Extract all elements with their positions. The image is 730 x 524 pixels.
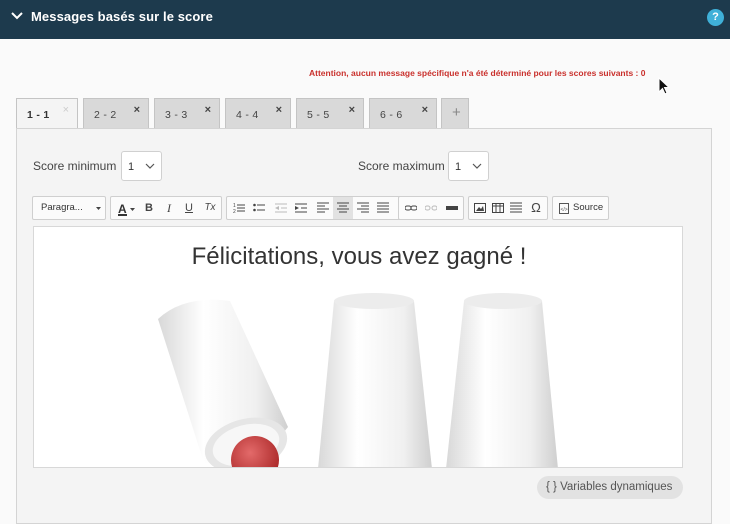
score-max-select[interactable]: 1 (448, 151, 489, 181)
align-center-icon (337, 202, 349, 213)
section-header[interactable]: Messages basés sur le score ? (0, 0, 730, 39)
justify-icon (377, 202, 389, 213)
close-icon[interactable]: × (134, 104, 140, 116)
underline-button[interactable]: U (179, 197, 199, 219)
outdent-button[interactable] (271, 197, 291, 219)
mouse-cursor-icon (658, 77, 670, 95)
block-icon (510, 202, 522, 213)
text-color-button[interactable]: A (113, 197, 139, 219)
close-icon[interactable]: × (349, 104, 355, 116)
table-button[interactable] (489, 197, 507, 219)
outdent-icon (275, 203, 287, 213)
align-left-button[interactable] (313, 197, 333, 219)
tab-label: 6 - 6 (380, 109, 403, 121)
horizontal-rule-icon (446, 206, 458, 210)
dynamic-variables-button[interactable]: { } Variables dynamiques (537, 476, 683, 499)
table-icon (492, 203, 504, 213)
justify-button[interactable] (373, 197, 393, 219)
score-max-label: Score maximum (358, 159, 445, 173)
dynamic-variables-label: { } Variables dynamiques (546, 481, 673, 493)
align-right-button[interactable] (353, 197, 373, 219)
tab-3-3[interactable]: 3 - 3 × (154, 98, 220, 128)
link-button[interactable] (401, 197, 421, 219)
chevron-down-icon (472, 163, 482, 169)
svg-text:2: 2 (233, 209, 236, 214)
tab-label: 1 - 1 (27, 109, 50, 121)
special-char-button[interactable]: Ω (525, 197, 547, 219)
bullet-list-icon (253, 203, 265, 212)
tab-label: 4 - 4 (236, 109, 259, 121)
section-title: Messages basés sur le score (31, 9, 213, 24)
align-left-icon (317, 202, 329, 213)
format-label: Paragra... (41, 202, 83, 213)
indent-button[interactable] (291, 197, 311, 219)
horizontal-rule-button[interactable] (441, 197, 463, 219)
tab-5-5[interactable]: 5 - 5 × (296, 98, 364, 128)
source-button[interactable]: </> Source (552, 196, 609, 220)
numbered-list-icon: 12 (233, 203, 245, 214)
link-icon (405, 205, 417, 211)
unlink-icon (425, 205, 437, 211)
tab-4-4[interactable]: 4 - 4 × (225, 98, 291, 128)
unlink-button[interactable] (421, 197, 441, 219)
text-color-icon: A (118, 202, 135, 216)
text-style-group: A B I U Tx (110, 196, 222, 220)
standing-cup (318, 293, 432, 467)
svg-text:A: A (118, 202, 127, 216)
rich-text-editor[interactable]: Félicitations, vous avez gagné ! (33, 226, 683, 468)
numbered-list-button[interactable]: 12 (229, 197, 249, 219)
help-icon[interactable]: ? (707, 9, 724, 26)
tab-label: 3 - 3 (165, 109, 188, 121)
standing-cup (446, 293, 558, 467)
link-group (398, 196, 464, 220)
close-icon[interactable]: × (276, 104, 282, 116)
block-button[interactable] (507, 197, 525, 219)
warning-message: Attention, aucun message spécifique n'a … (309, 68, 646, 78)
close-icon[interactable]: × (205, 104, 211, 116)
bullet-list-button[interactable] (249, 197, 269, 219)
italic-button[interactable]: I (159, 197, 179, 219)
add-tab-button[interactable]: + (441, 98, 469, 128)
cups-illustration (158, 293, 558, 467)
tilted-cup (158, 299, 288, 467)
bold-button[interactable]: B (139, 197, 159, 219)
indent-icon (295, 203, 307, 213)
source-icon: </> (559, 203, 569, 214)
tab-label: 5 - 5 (307, 109, 330, 121)
source-label: Source (573, 202, 604, 213)
chevron-down-icon (145, 163, 155, 169)
svg-text:</>: </> (561, 207, 568, 213)
select-value: 1 (128, 161, 135, 173)
dropdown-arrow-icon (96, 207, 101, 210)
clear-format-button[interactable]: Tx (199, 197, 221, 219)
chevron-down-icon[interactable] (10, 9, 24, 23)
format-dropdown[interactable]: Paragra... (32, 196, 106, 220)
tab-2-2[interactable]: 2 - 2 × (83, 98, 149, 128)
tab-1-1[interactable]: 1 - 1 × (16, 98, 78, 130)
align-center-button[interactable] (333, 197, 353, 219)
image-icon (474, 203, 486, 213)
close-icon[interactable]: × (422, 104, 428, 116)
insert-group: Ω (468, 196, 548, 220)
plus-icon: + (452, 104, 462, 121)
image-button[interactable] (471, 197, 489, 219)
tab-label: 2 - 2 (94, 109, 117, 121)
score-min-select[interactable]: 1 (121, 151, 162, 181)
paragraph-group: 12 (226, 196, 426, 220)
align-right-icon (357, 202, 369, 213)
tab-6-6[interactable]: 6 - 6 × (369, 98, 437, 128)
select-value: 1 (455, 161, 462, 173)
close-icon[interactable]: × (63, 104, 69, 116)
score-min-label: Score minimum (33, 159, 117, 173)
